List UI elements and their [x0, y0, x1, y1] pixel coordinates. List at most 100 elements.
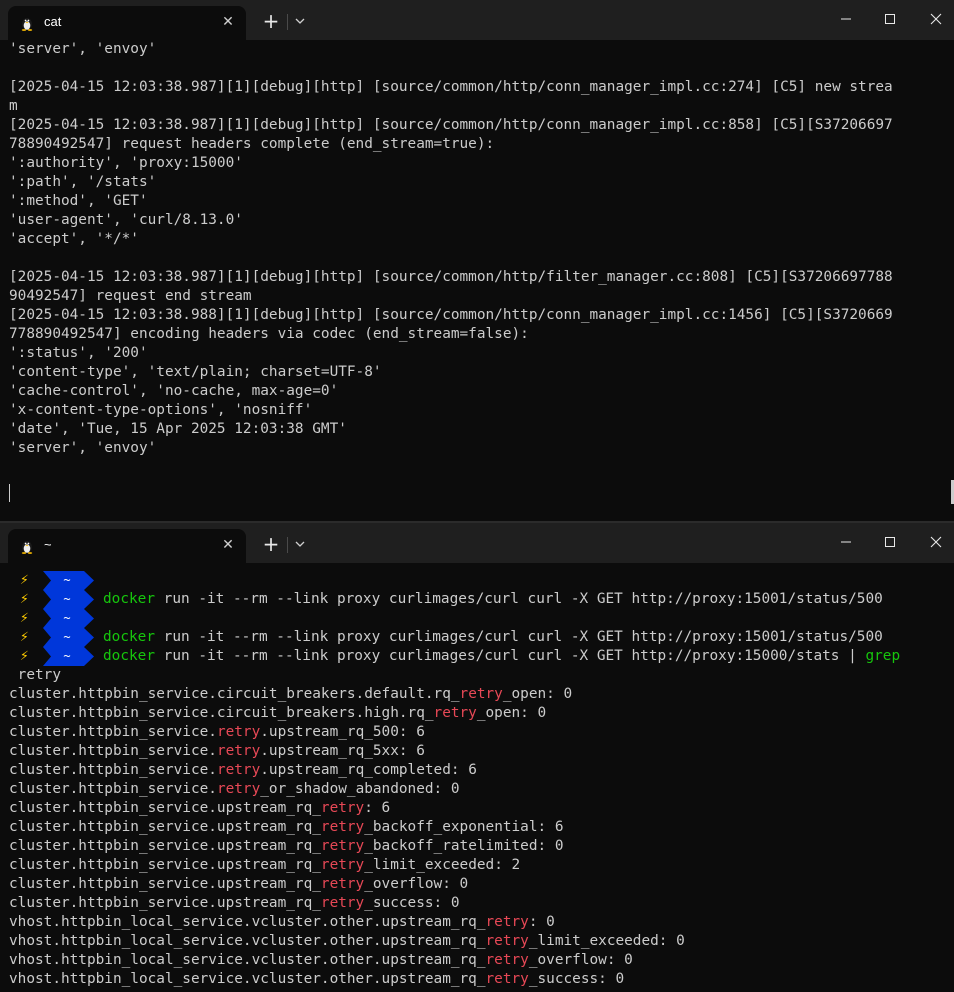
stat-prefix: cluster.httpbin_service.upstream_rq_: [9, 876, 321, 892]
stat-suffix: _or_shadow_abandoned: 0: [260, 781, 460, 797]
prompt-dir: ~: [64, 649, 71, 663]
grep-match: retry: [320, 857, 365, 873]
text-cursor: [9, 484, 10, 502]
stat-suffix: _backoff_ratelimited: 0: [364, 838, 564, 854]
grep-match: retry: [485, 914, 529, 930]
grep-match: retry: [433, 705, 477, 721]
pipe-command: grep: [865, 648, 901, 664]
stat-suffix: .upstream_rq_500: 6: [260, 724, 425, 740]
log-line: m: [9, 98, 18, 114]
prompt-line: ⚡ ~: [0, 571, 954, 590]
log-line: [2025-04-15 12:03:38.988][1][debug][http…: [9, 307, 893, 323]
tab-home[interactable]: ~ ✕: [8, 529, 246, 563]
stat-prefix: cluster.httpbin_service.: [9, 724, 217, 740]
minimize-icon[interactable]: [834, 531, 858, 553]
stat-prefix: cluster.httpbin_service.circuit_breakers…: [9, 686, 460, 702]
command-args: run -it --rm --link proxy curlimages/cur…: [155, 648, 866, 664]
stat-suffix: .upstream_rq_completed: 6: [260, 762, 477, 778]
stat-line: cluster.httpbin_service.retry.upstream_r…: [0, 723, 954, 742]
stat-line: cluster.httpbin_service.circuit_breakers…: [0, 704, 954, 723]
close-tab-icon[interactable]: ✕: [218, 12, 238, 32]
minimize-icon[interactable]: [834, 8, 858, 30]
prompt-line: ⚡ ~: [0, 609, 954, 628]
stat-prefix: vhost.httpbin_local_service.vcluster.oth…: [9, 952, 486, 968]
grep-match: retry: [320, 838, 365, 854]
stat-line: cluster.httpbin_service.upstream_rq_retr…: [0, 818, 954, 837]
lightning-icon: ⚡: [20, 591, 29, 607]
prompt-line: ⚡ ~ docker run -it --rm --link proxy cur…: [0, 590, 954, 609]
stat-line: cluster.httpbin_service.upstream_rq_retr…: [0, 799, 954, 818]
close-window-icon[interactable]: [924, 531, 948, 553]
prompt-dir: ~: [64, 573, 71, 587]
stat-prefix: cluster.httpbin_service.upstream_rq_: [9, 819, 321, 835]
lightning-icon: ⚡: [20, 629, 29, 645]
prompt-dir-segment: ~: [37, 590, 95, 609]
title-bar: ~ ✕ +: [0, 523, 954, 563]
command-name: docker: [103, 648, 155, 664]
stat-prefix: cluster.httpbin_service.: [9, 743, 217, 759]
stat-suffix: _overflow: 0: [528, 952, 633, 968]
stat-suffix: _backoff_exponential: 6: [364, 819, 564, 835]
stat-prefix: vhost.httpbin_local_service.vcluster.oth…: [9, 971, 486, 987]
prompt-dir: ~: [64, 611, 71, 625]
stat-line: cluster.httpbin_service.retry.upstream_r…: [0, 761, 954, 780]
chevron-down-icon[interactable]: [292, 13, 308, 29]
prompt-dir-segment: ~: [37, 571, 95, 590]
grep-match: retry: [216, 724, 261, 740]
lightning-icon: ⚡: [20, 610, 29, 626]
stat-line: cluster.httpbin_service.retry.upstream_r…: [0, 742, 954, 761]
log-line: 'cache-control', 'no-cache, max-age=0': [9, 383, 339, 399]
linux-penguin-icon: [21, 18, 33, 31]
stat-line: cluster.httpbin_service.upstream_rq_retr…: [0, 894, 954, 913]
command-args: retry: [9, 667, 61, 683]
tab-title: ~: [44, 537, 52, 552]
grep-match: retry: [216, 762, 261, 778]
log-line: ':authority', 'proxy:15000': [9, 155, 243, 171]
prompt-dir: ~: [64, 592, 71, 606]
tab-cat[interactable]: cat ✕: [8, 6, 246, 40]
command-wrap-line: retry: [0, 666, 954, 685]
prompt-line: ⚡ ~ docker run -it --rm --link proxy cur…: [0, 647, 954, 666]
new-tab-button[interactable]: +: [260, 533, 282, 555]
close-tab-icon[interactable]: ✕: [218, 535, 238, 555]
grep-match: retry: [320, 895, 365, 911]
tab-separator: [287, 537, 288, 553]
chevron-down-icon[interactable]: [292, 536, 308, 552]
stat-line: cluster.httpbin_service.upstream_rq_retr…: [0, 856, 954, 875]
log-line: 'user-agent', 'curl/8.13.0': [9, 212, 243, 228]
log-line: 'accept', '*/*': [9, 231, 139, 247]
log-line: [2025-04-15 12:03:38.987][1][debug][http…: [9, 269, 893, 285]
command-name: docker: [103, 591, 155, 607]
stat-line: vhost.httpbin_local_service.vcluster.oth…: [0, 913, 954, 932]
terminal-output[interactable]: ⚡ ~ ⚡ ~ docker run -it --rm --link proxy …: [0, 571, 954, 989]
stat-prefix: cluster.httpbin_service.circuit_breakers…: [9, 705, 434, 721]
stat-suffix: _open: 0: [502, 686, 573, 702]
stat-line: cluster.httpbin_service.retry_or_shadow_…: [0, 780, 954, 799]
stat-line: vhost.httpbin_local_service.vcluster.oth…: [0, 970, 954, 989]
grep-match: retry: [485, 971, 529, 987]
prompt-dir-segment: ~: [37, 609, 95, 628]
command-name: docker: [103, 629, 155, 645]
maximize-icon[interactable]: [878, 8, 902, 30]
stat-suffix: .upstream_rq_5xx: 6: [260, 743, 425, 759]
terminal-window-top: cat ✕ + 'server', 'envoy' [2025-04-15 12:…: [0, 0, 954, 521]
close-window-icon[interactable]: [924, 8, 948, 30]
stat-prefix: vhost.httpbin_local_service.vcluster.oth…: [9, 914, 486, 930]
terminal-window-bottom: ~ ✕ + ⚡ ~ ⚡ ~ docker run -it --rm --link …: [0, 523, 954, 992]
new-tab-button[interactable]: +: [260, 10, 282, 32]
grep-match: retry: [216, 743, 261, 759]
title-bar: cat ✕ +: [0, 0, 954, 40]
log-line: 'date', 'Tue, 15 Apr 2025 12:03:38 GMT': [9, 421, 347, 437]
log-line: 78890492547] request headers complete (e…: [9, 136, 495, 152]
tab-separator: [287, 14, 288, 30]
stat-line: cluster.httpbin_service.upstream_rq_retr…: [0, 875, 954, 894]
grep-match: retry: [216, 781, 261, 797]
terminal-output[interactable]: 'server', 'envoy' [2025-04-15 12:03:38.98…: [0, 40, 954, 458]
prompt-dir: ~: [64, 630, 71, 644]
stat-line: vhost.httpbin_local_service.vcluster.oth…: [0, 932, 954, 951]
log-line: 'server', 'envoy': [9, 440, 157, 456]
maximize-icon[interactable]: [878, 531, 902, 553]
stat-prefix: cluster.httpbin_service.upstream_rq_: [9, 895, 321, 911]
